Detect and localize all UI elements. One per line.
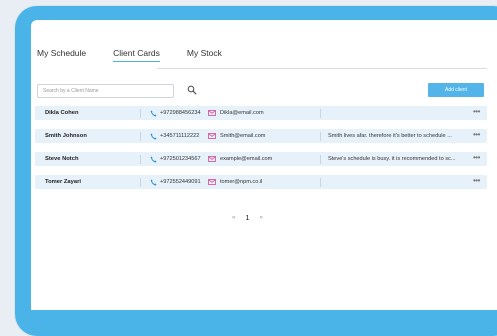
client-phone[interactable]: +972552449091 [160, 175, 201, 189]
column-divider [140, 109, 141, 118]
client-phone[interactable]: +972501234567 [160, 152, 201, 166]
client-phone[interactable]: +345711112222 [160, 129, 199, 143]
client-table: Dikla Cohen +972988456234 Dikla@email.co… [35, 106, 487, 198]
add-client-button[interactable]: Add client [428, 83, 484, 97]
phone-icon [150, 110, 157, 116]
client-phone[interactable]: +972988456234 [160, 106, 201, 120]
client-note: Smith lives afar. therefore it's better … [328, 133, 452, 139]
column-divider [320, 109, 321, 118]
column-divider [140, 132, 141, 141]
client-email[interactable]: example@email.com [220, 152, 272, 166]
client-row[interactable]: Smith Johnson +345711112222 Smith@email.… [35, 129, 487, 143]
more-options-icon[interactable]: ••• [473, 129, 480, 141]
client-row[interactable]: Steve Notch +972501234567 example@email.… [35, 152, 487, 166]
pagination: « 1 » [227, 213, 268, 222]
more-options-icon[interactable]: ••• [473, 175, 480, 187]
mail-icon [208, 179, 216, 185]
phone-icon [150, 156, 157, 162]
phone-icon [150, 179, 157, 185]
tab-bar: My Schedule Client Cards My Stock [37, 48, 249, 62]
tab-client-cards[interactable]: Client Cards [113, 48, 160, 62]
column-divider [320, 178, 321, 187]
client-note: Steve's schedule is busy. it is recommen… [328, 156, 456, 162]
client-email[interactable]: Dikla@email.com [220, 106, 264, 120]
search-placeholder: Search by a Client Name [43, 88, 99, 94]
more-options-icon[interactable]: ••• [473, 106, 480, 118]
client-row[interactable]: Dikla Cohen +972988456234 Dikla@email.co… [35, 106, 487, 120]
tab-my-stock[interactable]: My Stock [187, 48, 222, 62]
client-name: Steve Notch [45, 156, 79, 162]
more-options-icon[interactable]: ••• [473, 152, 480, 164]
client-name: Tomer Zayari [45, 179, 81, 185]
client-row[interactable]: Tomer Zayari +972552449091 tomer@npm.co.… [35, 175, 487, 189]
pagination-next[interactable]: » [260, 215, 263, 221]
search-icon[interactable] [187, 85, 197, 95]
mail-icon [208, 156, 216, 162]
tab-divider [157, 68, 487, 69]
phone-icon [150, 133, 157, 139]
client-email[interactable]: tomer@npm.co.il [220, 175, 262, 189]
client-name: Smith Johnson [45, 133, 87, 139]
pagination-prev[interactable]: « [232, 215, 235, 221]
mail-icon [208, 110, 216, 116]
column-divider [140, 178, 141, 187]
column-divider [320, 155, 321, 164]
client-search-input[interactable]: Search by a Client Name [37, 84, 174, 98]
tab-my-schedule[interactable]: My Schedule [37, 48, 86, 62]
column-divider [320, 132, 321, 141]
mail-icon [208, 133, 216, 139]
client-email[interactable]: Smith@email.com [220, 129, 265, 143]
app-screen: My Schedule Client Cards My Stock Search… [31, 20, 497, 310]
column-divider [140, 155, 141, 164]
pagination-current-page[interactable]: 1 [245, 213, 249, 222]
client-name: Dikla Cohen [45, 110, 79, 116]
